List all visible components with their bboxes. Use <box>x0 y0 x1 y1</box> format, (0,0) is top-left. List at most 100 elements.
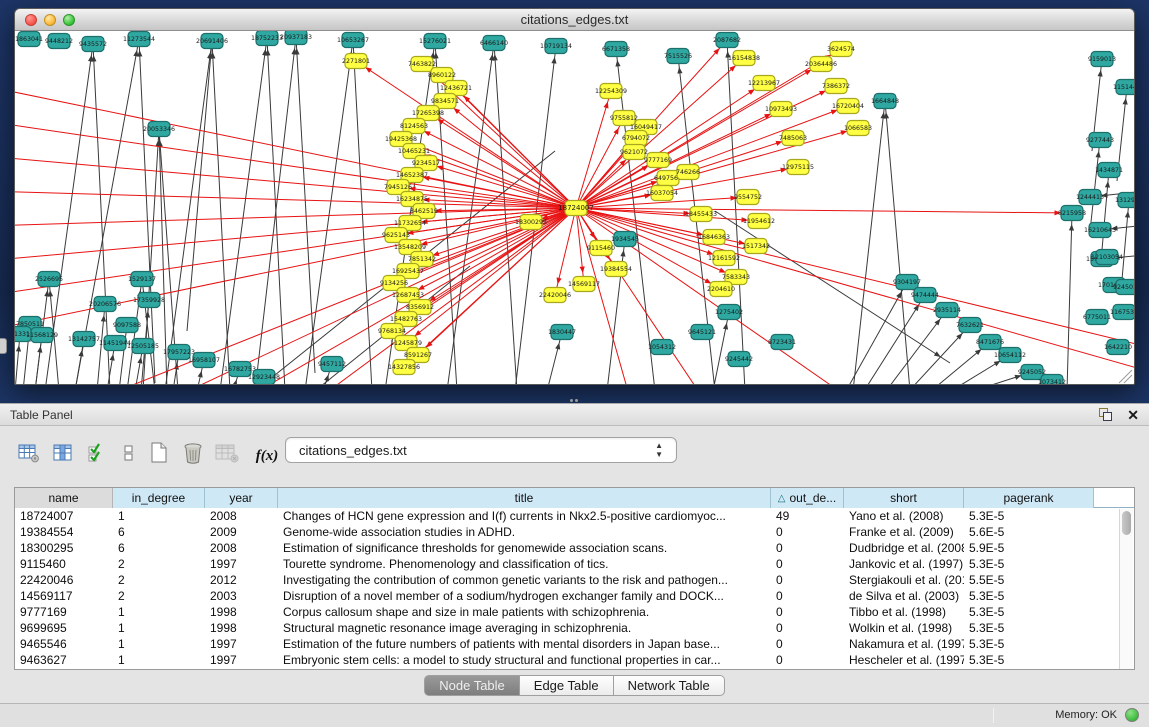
network-node[interactable]: 14569117 <box>568 277 600 292</box>
network-node[interactable]: 6466140 <box>480 36 508 51</box>
network-node[interactable]: 10653267 <box>337 33 369 48</box>
network-node[interactable]: 18300295 <box>515 215 547 230</box>
new-column-icon[interactable] <box>146 438 172 466</box>
column-header-short[interactable]: short <box>844 488 964 508</box>
network-node[interactable]: 8471676 <box>976 335 1004 350</box>
network-node[interactable]: 6671358 <box>602 42 630 57</box>
network-node[interactable]: 2935114 <box>933 303 961 318</box>
network-window-titlebar[interactable]: citations_edges.txt <box>15 9 1134 31</box>
network-node[interactable]: 7632621 <box>956 318 984 333</box>
memory-ok-indicator[interactable] <box>1125 708 1139 722</box>
network-canvas[interactable]: 1872400718630419448212943557211273544206… <box>15 31 1134 385</box>
network-node[interactable]: 9474444 <box>911 288 939 303</box>
network-node[interactable]: 6794072 <box>622 131 650 146</box>
table-mode-icon[interactable] <box>16 438 42 466</box>
network-node[interactable]: 1073412 <box>1038 375 1066 386</box>
network-node[interactable]: 9097588 <box>113 318 141 333</box>
column-header-title[interactable]: title <box>278 488 771 508</box>
network-node[interactable]: 16846363 <box>698 230 730 245</box>
network-node[interactable]: 1934545 <box>611 232 639 247</box>
network-node[interactable]: 20053346 <box>143 122 175 137</box>
network-node[interactable]: 9435572 <box>79 37 107 52</box>
network-node[interactable]: 1054312 <box>648 340 676 355</box>
select-all-rows-icon[interactable] <box>84 438 110 466</box>
function-builder-icon[interactable]: f(x) <box>250 442 284 470</box>
network-node[interactable]: 9457112 <box>318 357 346 372</box>
network-node[interactable]: 17359928 <box>133 293 165 308</box>
network-node[interactable]: 12923448 <box>248 370 280 385</box>
network-node[interactable]: 1434871 <box>1095 163 1123 178</box>
table-row[interactable]: 969969511998Structural magnetic resonanc… <box>15 620 1134 636</box>
table-row[interactable]: 1938455462009Genome-wide association stu… <box>15 524 1134 540</box>
table-row[interactable]: 1830029562008Estimation of significance … <box>15 540 1134 556</box>
scrollbar-thumb[interactable] <box>1122 511 1131 535</box>
network-node[interactable]: 2204610 <box>707 282 735 297</box>
network-node[interactable]: 2526695 <box>35 272 63 287</box>
network-node[interactable]: 3624574 <box>827 42 855 57</box>
network-node[interactable]: 20691406 <box>196 34 228 49</box>
network-node[interactable]: 12213967 <box>748 76 780 91</box>
network-node[interactable]: 12505185 <box>127 339 159 354</box>
network-node[interactable]: 1517342 <box>742 239 770 254</box>
table-row[interactable]: 911546021997Tourette syndrome. Phenomeno… <box>15 556 1134 572</box>
network-node[interactable]: 1244413 <box>1076 190 1104 205</box>
network-node[interactable]: 12975115 <box>782 160 814 175</box>
show-column-icon[interactable] <box>50 438 76 466</box>
network-node[interactable]: 12161592 <box>708 251 740 266</box>
network-node[interactable]: 12254309 <box>595 84 627 99</box>
network-node[interactable]: 16720404 <box>832 99 864 114</box>
column-header-in_degree[interactable]: in_degree <box>113 488 205 508</box>
network-node[interactable]: 1275402 <box>715 305 743 320</box>
tab-network-table[interactable]: Network Table <box>614 675 725 696</box>
network-node[interactable]: 16210643 <box>1084 223 1116 238</box>
network-node[interactable]: 8215958 <box>1058 206 1086 221</box>
network-node[interactable]: 9554752 <box>734 190 762 205</box>
tab-edge-table[interactable]: Edge Table <box>520 675 614 696</box>
network-node[interactable]: 15276021 <box>419 34 451 49</box>
network-node[interactable]: 10719134 <box>540 39 572 54</box>
network-node[interactable]: 19384554 <box>600 262 632 277</box>
network-node[interactable]: 9448212 <box>45 34 73 49</box>
table-row[interactable]: 2242004622012Investigating the contribut… <box>15 572 1134 588</box>
network-node[interactable]: 22420046 <box>539 288 571 303</box>
unselect-rows-icon[interactable] <box>116 438 142 466</box>
network-node[interactable]: 1151448 <box>1113 80 1134 95</box>
network-node[interactable]: 9777169 <box>644 153 672 168</box>
network-node[interactable]: 13142757 <box>68 332 100 347</box>
network-node[interactable]: 14327856 <box>388 360 420 375</box>
network-node[interactable]: 7485063 <box>779 131 807 146</box>
table-row[interactable]: 946554611997Estimation of the future num… <box>15 636 1134 652</box>
table-row[interactable]: 946362711997Embryonic stem cells: a mode… <box>15 652 1134 668</box>
network-node[interactable]: 7386372 <box>822 79 850 94</box>
network-node[interactable]: 10654112 <box>994 348 1026 363</box>
network-node[interactable]: 18455433 <box>685 207 717 222</box>
network-canvas-svg[interactable]: 1872400718630419448212943557211273544206… <box>15 31 1134 385</box>
network-node[interactable]: 9245012 <box>1113 280 1134 295</box>
network-node[interactable]: 18752233 <box>251 31 283 46</box>
network-node[interactable]: 1664848 <box>871 94 899 109</box>
network-node[interactable]: 1863041 <box>15 32 43 47</box>
network-node[interactable]: 16958107 <box>188 353 220 368</box>
network-node[interactable]: 11568129 <box>26 328 58 343</box>
network-node[interactable]: 12103054 <box>1091 250 1123 265</box>
tab-node-table[interactable]: Node Table <box>424 675 520 696</box>
network-node[interactable]: 9115460 <box>587 241 615 256</box>
network-node[interactable]: 16154838 <box>728 51 760 66</box>
network-node[interactable]: 20937183 <box>280 31 312 45</box>
network-node[interactable]: 20364486 <box>805 57 837 72</box>
table-selector-dropdown[interactable]: citations_edges.txt ▲▼ <box>285 437 677 463</box>
collapsed-panel-handle[interactable] <box>0 338 7 354</box>
network-node[interactable]: 9645121 <box>688 325 716 340</box>
table-row[interactable]: 1872400712008Changes of HCN gene express… <box>15 508 1134 524</box>
network-node[interactable]: 2271801 <box>342 54 370 69</box>
table-row[interactable]: 977716911998Corpus callosum shape and si… <box>15 604 1134 620</box>
network-node[interactable]: 11954612 <box>743 214 775 229</box>
network-node[interactable]: 20206576 <box>89 297 121 312</box>
network-node[interactable]: 9245442 <box>725 352 753 367</box>
network-node[interactable]: 2087682 <box>713 33 741 48</box>
network-node[interactable]: 7515526 <box>664 49 692 64</box>
network-window[interactable]: citations_edges.txt 18724007186304194482… <box>14 8 1135 385</box>
network-node[interactable]: 746266 <box>676 165 700 180</box>
table-row[interactable]: 1456911722003Disruption of a novel membe… <box>15 588 1134 604</box>
delete-columns-icon[interactable] <box>180 438 206 466</box>
